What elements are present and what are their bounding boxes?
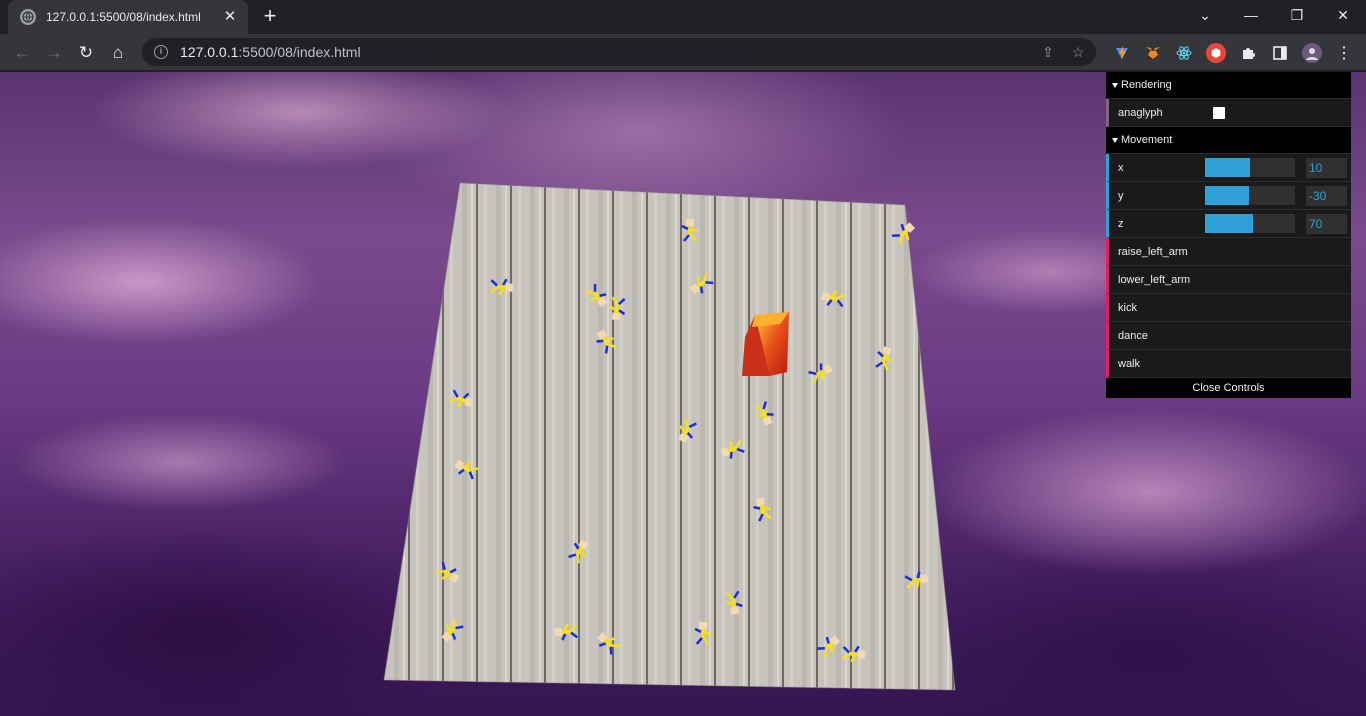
tab-close-icon[interactable]: ✕ — [222, 9, 238, 25]
close-controls-button[interactable]: Close Controls — [1106, 378, 1351, 398]
number-input-x[interactable]: 10 — [1306, 158, 1347, 178]
home-icon[interactable]: ⌂ — [104, 39, 132, 67]
param-row-x: x 10 — [1106, 154, 1351, 182]
anaglyph-label: anaglyph — [1118, 106, 1163, 119]
number-input-z[interactable]: 70 — [1306, 214, 1347, 234]
tab-strip: 127.0.0.1:5500/08/index.html ✕ + ⌄ — ❐ ✕ — [0, 0, 1366, 34]
profile-avatar[interactable] — [1302, 43, 1322, 63]
slider-z[interactable] — [1205, 214, 1295, 233]
side-panel-icon[interactable] — [1270, 43, 1290, 63]
share-icon[interactable]: ⇪ — [1040, 44, 1056, 60]
action-label: raise_left_arm — [1118, 245, 1188, 258]
tab-title: 127.0.0.1:5500/08/index.html — [46, 10, 201, 24]
globe-icon — [20, 9, 36, 25]
movement-params: x 10 y -30 z 70 — [1106, 154, 1351, 238]
action-label: lower_left_arm — [1118, 273, 1191, 286]
minimize-icon[interactable]: — — [1228, 0, 1274, 30]
raise-left-arm-button[interactable]: raise_left_arm — [1106, 238, 1351, 266]
arrow-left-icon[interactable]: ← — [8, 39, 36, 67]
param-row-z: z 70 — [1106, 210, 1351, 238]
lower-left-arm-button[interactable]: lower_left_arm — [1106, 266, 1351, 294]
movement-folder[interactable]: Movement — [1106, 127, 1351, 154]
vite-extension-icon[interactable] — [1112, 43, 1132, 63]
slider-x[interactable] — [1205, 158, 1295, 177]
slider-y[interactable] — [1205, 186, 1295, 205]
react-devtools-icon[interactable] — [1174, 43, 1194, 63]
puzzle-icon[interactable] — [1238, 43, 1258, 63]
kick-button[interactable]: kick — [1106, 294, 1351, 322]
metamask-extension-icon[interactable] — [1143, 43, 1163, 63]
address-bar[interactable]: i 127.0.0.1:5500/08/index.html ⇪ ☆ — [142, 38, 1096, 66]
controls-panel: Rendering anaglyph Movement x 10 y -30 z… — [1106, 72, 1351, 398]
browser-toolbar: ← → ↻ ⌂ i 127.0.0.1:5500/08/index.html ⇪… — [0, 34, 1366, 71]
rendering-folder[interactable]: Rendering — [1106, 72, 1351, 99]
param-label-x: x — [1118, 161, 1124, 174]
info-icon[interactable]: i — [154, 45, 168, 59]
extension-icon[interactable] — [1206, 43, 1226, 63]
url-path: :5500/08/index.html — [238, 44, 361, 60]
url-host: 127.0.0.1 — [180, 44, 239, 60]
walk-button[interactable]: walk — [1106, 350, 1351, 378]
action-label: dance — [1118, 329, 1148, 342]
param-label-z: z — [1118, 217, 1124, 230]
restore-icon[interactable]: ❐ — [1274, 0, 1320, 30]
slider-y-fill — [1205, 186, 1250, 205]
kebab-menu-icon[interactable]: ⋮ — [1334, 43, 1354, 63]
browser-tab[interactable]: 127.0.0.1:5500/08/index.html ✕ — [8, 0, 248, 34]
new-tab-button[interactable]: + — [258, 5, 282, 29]
slider-z-fill — [1205, 214, 1253, 233]
param-row-y: y -30 — [1106, 182, 1351, 210]
param-label-y: y — [1118, 189, 1124, 202]
action-label: walk — [1118, 357, 1141, 370]
number-input-y[interactable]: -30 — [1306, 186, 1347, 206]
url-text[interactable]: 127.0.0.1:5500/08/index.html — [180, 44, 361, 60]
close-window-icon[interactable]: ✕ — [1320, 0, 1366, 30]
star-icon[interactable]: ☆ — [1070, 44, 1086, 60]
wooden-floor — [384, 183, 955, 690]
anaglyph-checkbox[interactable] — [1213, 106, 1225, 119]
arrow-right-icon[interactable]: → — [40, 39, 68, 67]
chevron-down-icon[interactable]: ⌄ — [1182, 0, 1228, 30]
dance-button[interactable]: dance — [1106, 322, 1351, 350]
slider-x-fill — [1205, 158, 1250, 177]
action-label: kick — [1118, 301, 1137, 314]
anaglyph-row[interactable]: anaglyph — [1106, 99, 1351, 127]
reload-icon[interactable]: ↻ — [72, 39, 100, 67]
